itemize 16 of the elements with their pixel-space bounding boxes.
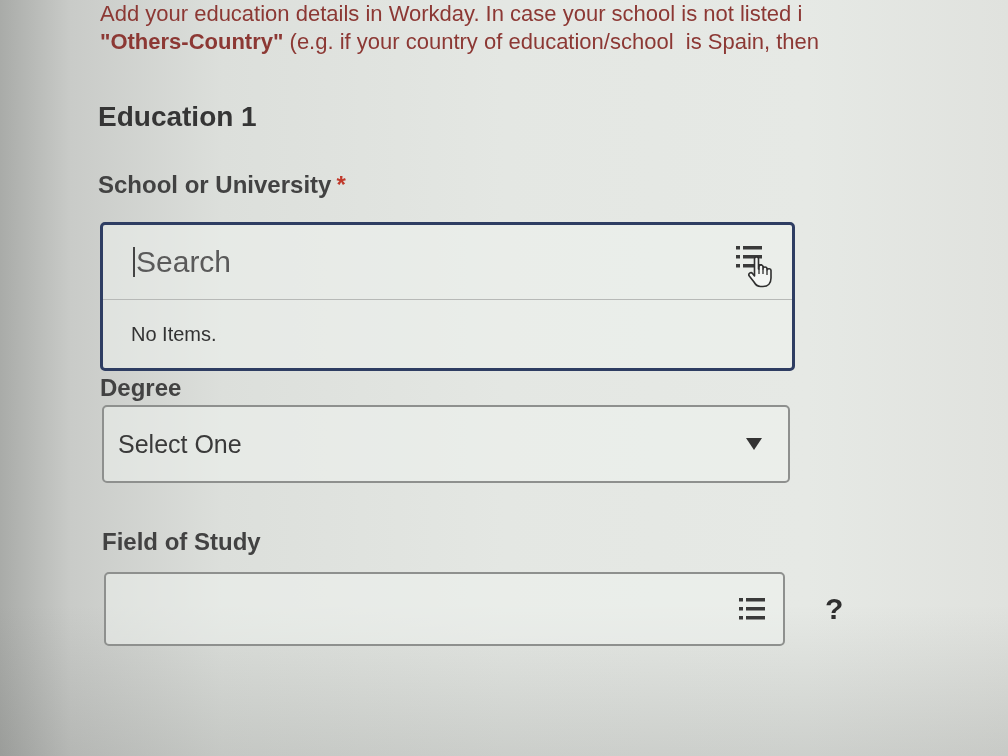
notice-text: Add your education details in Workday. In case your school is not listed i "Others-Country" (e.g. if your country of education/school is Spain, then bbox=[100, 0, 820, 56]
lookup-field[interactable] bbox=[104, 572, 785, 646]
section-heading: Education 1 bbox=[98, 100, 257, 134]
caret-down-icon bbox=[746, 438, 762, 450]
help-link[interactable]: ? bbox=[825, 592, 844, 626]
field-label: Field of Study bbox=[102, 527, 261, 557]
required-asterisk: * bbox=[336, 170, 346, 200]
select-dropdown[interactable]: Select One bbox=[102, 405, 790, 483]
text-cursor-icon bbox=[133, 247, 135, 277]
list-icon[interactable] bbox=[736, 246, 762, 268]
empty-message: No Items. bbox=[131, 322, 217, 346]
field-label: Degree bbox=[100, 373, 182, 403]
search-field[interactable]: Search bbox=[136, 245, 736, 279]
hand-pointer-icon bbox=[748, 256, 772, 288]
field-label: School or University bbox=[98, 170, 332, 200]
list-icon[interactable] bbox=[739, 598, 765, 620]
